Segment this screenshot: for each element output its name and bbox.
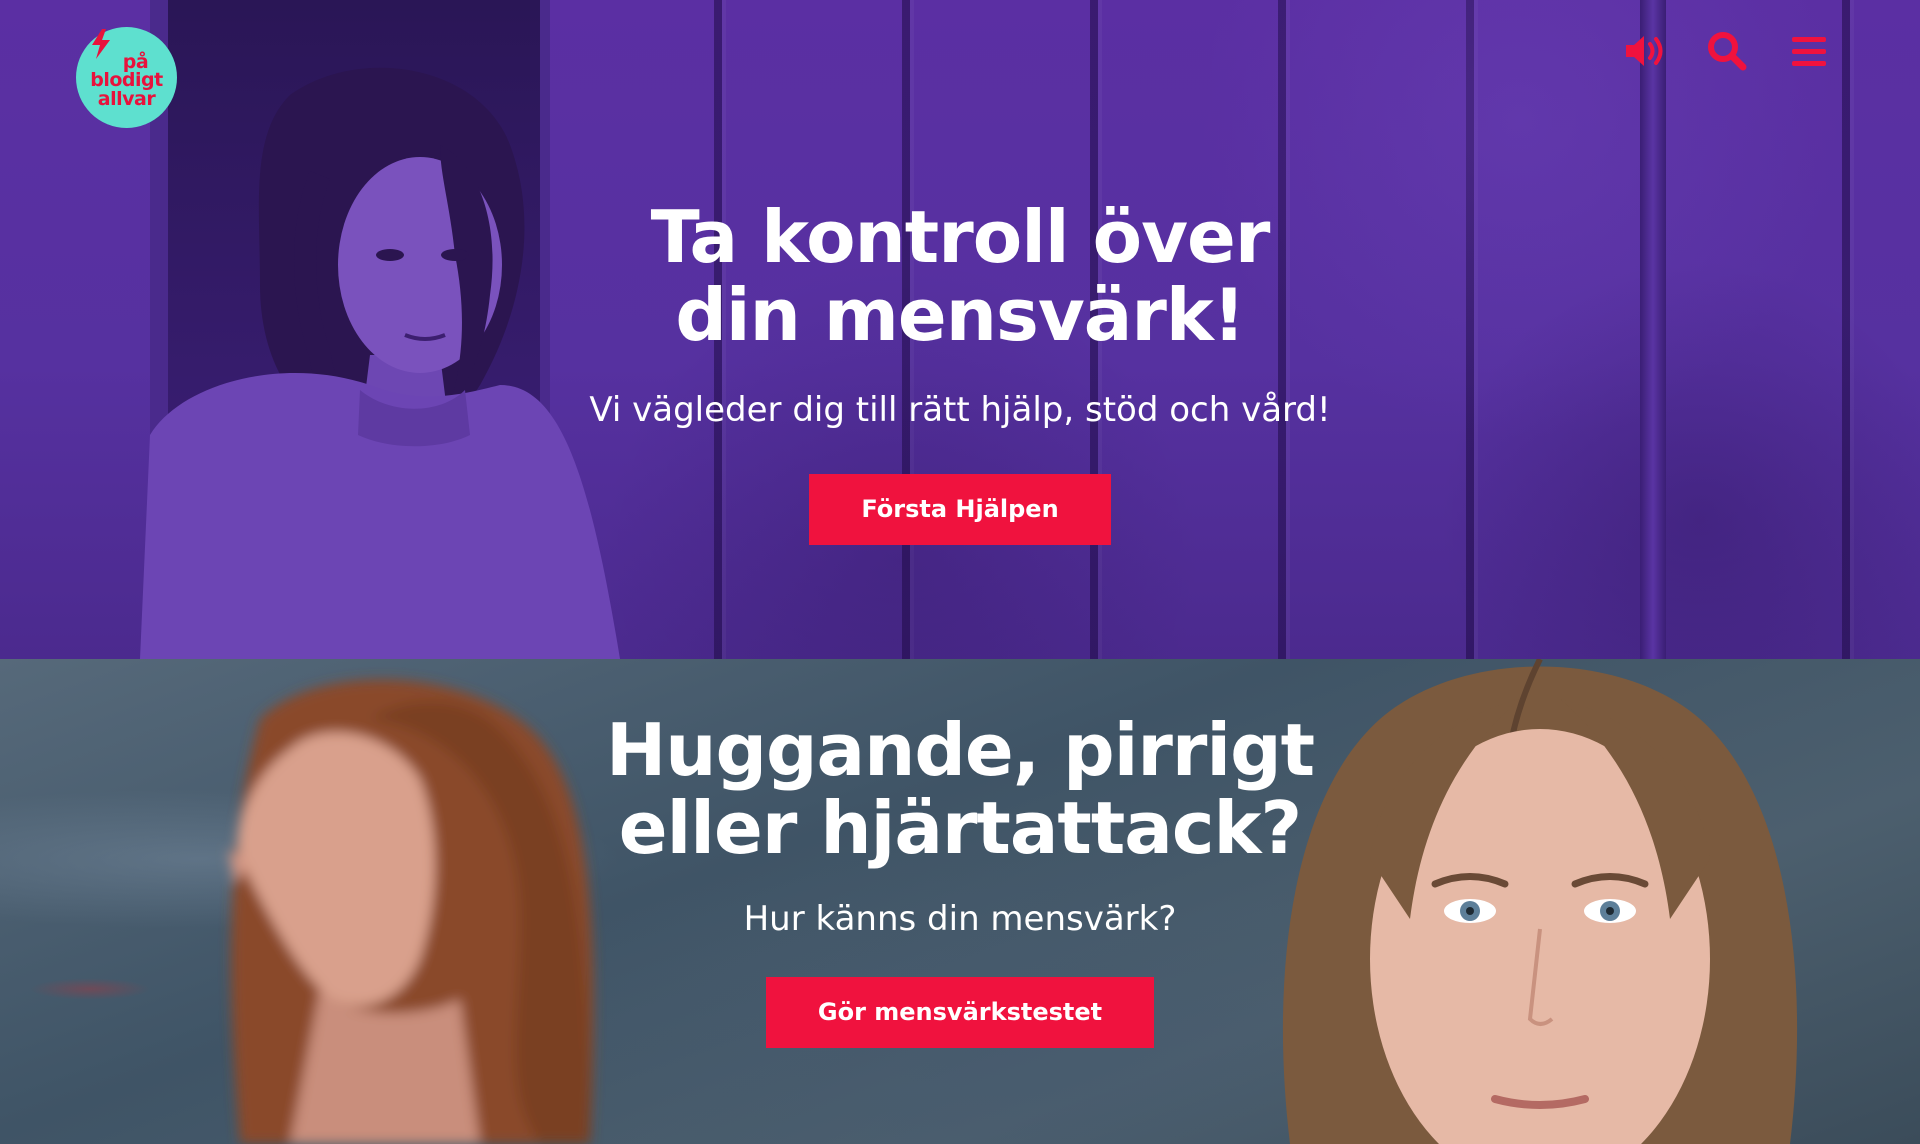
hero2-title-line1: Huggande, pirrigt	[605, 708, 1315, 792]
read-aloud-button[interactable]	[1622, 28, 1668, 74]
site-logo[interactable]: på blodigt allvar	[76, 27, 177, 128]
search-icon	[1708, 32, 1747, 71]
hero1-content: Ta kontroll över din mensvärk! Vi vägled…	[0, 198, 1920, 545]
hero1-title: Ta kontroll över din mensvärk!	[0, 198, 1920, 354]
hero-first-aid: på blodigt allvar Ta kontroll över din m…	[0, 0, 1920, 659]
hero2-title: Huggande, pirrigt eller hjärtattack?	[0, 711, 1920, 867]
header-actions	[1622, 28, 1832, 74]
hero1-title-line1: Ta kontroll över	[650, 195, 1271, 279]
hero1-title-line2: din mensvärk!	[675, 273, 1245, 357]
hero2-title-line2: eller hjärtattack?	[618, 786, 1302, 870]
speaker-icon	[1626, 36, 1663, 66]
lightning-bolt-icon	[92, 29, 110, 59]
menu-icon	[1792, 37, 1826, 66]
pain-test-button[interactable]: Gör mensvärkstestet	[765, 977, 1155, 1048]
hero1-lead: Vi vägleder dig till rätt hjälp, stöd oc…	[589, 390, 1331, 430]
menu-button[interactable]	[1786, 28, 1832, 74]
hero-pain-test: Huggande, pirrigt eller hjärtattack? Hur…	[0, 659, 1920, 1144]
logo-line-2: blodigt	[90, 69, 163, 92]
hero2-lead: Hur känns din mensvärk?	[743, 899, 1177, 939]
logo-line-3: allvar	[97, 87, 156, 110]
search-button[interactable]	[1704, 28, 1750, 74]
hero2-content: Huggande, pirrigt eller hjärtattack? Hur…	[0, 711, 1920, 1048]
first-aid-button[interactable]: Första Hjälpen	[809, 474, 1111, 545]
